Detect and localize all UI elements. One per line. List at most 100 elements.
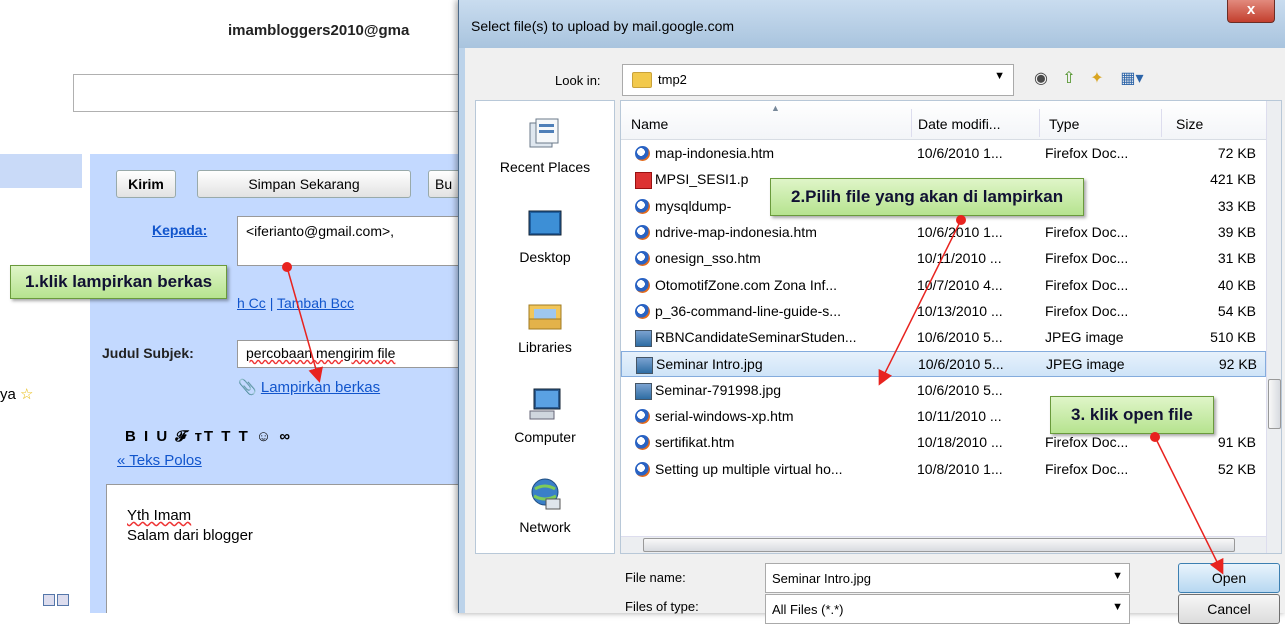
file-list-header: Name ▲ Date modifi... Type Size bbox=[621, 101, 1266, 140]
pdf-file-icon bbox=[635, 172, 652, 190]
place-computer[interactable]: Computer bbox=[476, 385, 614, 445]
file-type-cell: Firefox Doc... bbox=[1045, 434, 1129, 451]
file-name-cell: Setting up multiple virtual ho... bbox=[655, 460, 843, 477]
collapse-icon[interactable] bbox=[57, 594, 69, 606]
file-type-cell: Firefox Doc... bbox=[1045, 223, 1129, 240]
file-name-input[interactable]: Seminar Intro.jpg ▼ bbox=[765, 563, 1130, 593]
search-input[interactable] bbox=[73, 74, 470, 112]
column-date[interactable]: Date modifi... bbox=[918, 116, 1000, 132]
recent-places-icon bbox=[529, 118, 559, 148]
file-upload-dialog: Select file(s) to upload by mail.google.… bbox=[458, 0, 1285, 624]
file-size-cell: 92 KB bbox=[1218, 356, 1257, 373]
dialog-titlebar[interactable]: Select file(s) to upload by mail.google.… bbox=[459, 0, 1285, 48]
subject-field[interactable]: percobaan mengirim file bbox=[237, 340, 467, 368]
file-type-cell: Firefox Doc... bbox=[1045, 145, 1129, 161]
column-name[interactable]: Name bbox=[631, 116, 668, 132]
message-body[interactable]: Yth Imam Salam dari blogger bbox=[106, 484, 470, 613]
to-label-link[interactable]: Kepada: bbox=[152, 222, 207, 238]
file-name-cell: p_36-command-line-guide-s... bbox=[655, 302, 841, 319]
file-size-cell: 52 KB bbox=[1217, 460, 1256, 477]
add-bcc-link[interactable]: Tambah Bcc bbox=[277, 295, 354, 311]
save-now-button[interactable]: Simpan Sekarang bbox=[197, 170, 411, 198]
files-of-type-select[interactable]: All Files (*.*) ▼ bbox=[765, 594, 1130, 624]
file-row[interactable]: onesign_sso.htm 10/11/2010 ... Firefox Doc… bbox=[621, 246, 1266, 272]
file-date-cell: 10/6/2010 5... bbox=[917, 381, 1003, 398]
file-size-cell: 33 KB bbox=[1217, 197, 1256, 214]
file-row[interactable]: p_36-command-line-guide-s... 10/13/2010 .… bbox=[621, 299, 1266, 325]
place-libraries[interactable]: Libraries bbox=[476, 295, 614, 355]
back-icon[interactable]: ◉ bbox=[1030, 68, 1052, 90]
chevron-down-icon: ▼ bbox=[1112, 601, 1123, 613]
star-icon[interactable]: ☆ bbox=[20, 386, 33, 403]
file-row[interactable]: Setting up multiple virtual ho... 10/8/20… bbox=[621, 457, 1266, 483]
file-name-cell: onesign_sso.htm bbox=[655, 250, 761, 267]
folder-icon bbox=[632, 72, 652, 88]
callout-step-2: 2.Pilih file yang akan di lampirkan bbox=[770, 178, 1085, 216]
attach-file-label: Lampirkan berkas bbox=[260, 379, 381, 396]
column-type[interactable]: Type bbox=[1049, 116, 1079, 132]
file-name-value: Seminar Intro.jpg bbox=[772, 571, 871, 586]
file-name-cell: RBNCandidateSeminarStuden... bbox=[655, 329, 857, 346]
file-row[interactable]: ndrive-map-indonesia.htm 10/6/2010 1... Fi… bbox=[621, 220, 1266, 246]
file-row[interactable]: RBNCandidateSeminarStuden... 10/6/2010 5.… bbox=[621, 325, 1266, 351]
place-label: Desktop bbox=[519, 249, 571, 265]
file-row[interactable]: OtomotifZone.com Zona Inf... 10/7/2010 4.… bbox=[621, 273, 1266, 299]
place-desktop[interactable]: Desktop bbox=[476, 205, 614, 265]
cancel-button[interactable]: Cancel bbox=[1178, 594, 1280, 624]
inbox-nav-highlight[interactable] bbox=[0, 154, 82, 188]
new-folder-icon[interactable]: ✦ bbox=[1086, 68, 1108, 90]
file-name-cell: sertifikat.htm bbox=[655, 434, 735, 451]
file-row[interactable]: Seminar Intro.jpg 10/6/2010 5... JPEG imag… bbox=[621, 351, 1266, 378]
up-folder-icon[interactable]: ⇧ bbox=[1058, 68, 1080, 90]
file-size-cell: 421 KB bbox=[1210, 171, 1256, 188]
file-name-cell: serial-windows-xp.htm bbox=[655, 408, 794, 424]
dialog-client-area: Look in: tmp2 ▼ ◉ ⇧ ✦ ▦▾ Recent Places D… bbox=[465, 48, 1285, 624]
file-date-cell: 10/7/2010 4... bbox=[917, 276, 1003, 293]
horizontal-scroll-thumb[interactable] bbox=[643, 538, 1235, 552]
look-in-label: Look in: bbox=[555, 73, 601, 88]
attach-file-link[interactable]: 📎 Lampirkan berkas bbox=[238, 378, 380, 396]
file-name-cell: Seminar Intro.jpg bbox=[656, 356, 763, 373]
expand-icon[interactable] bbox=[43, 594, 55, 606]
file-name-cell: Seminar-791998.jpg bbox=[655, 381, 782, 398]
firefox-document-icon bbox=[635, 224, 650, 240]
paperclip-icon: 📎 bbox=[238, 379, 257, 396]
sort-arrow-icon: ▲ bbox=[771, 103, 780, 113]
view-menu-icon[interactable]: ▦▾ bbox=[1115, 68, 1149, 90]
file-type-cell: JPEG image bbox=[1046, 356, 1125, 373]
file-list[interactable]: Name ▲ Date modifi... Type Size map-indo… bbox=[620, 100, 1282, 554]
file-row[interactable]: sertifikat.htm 10/18/2010 ... Firefox Doc.… bbox=[621, 430, 1266, 456]
vertical-scroll-thumb[interactable] bbox=[1268, 379, 1281, 429]
place-label: Recent Places bbox=[499, 159, 591, 175]
open-button[interactable]: Open bbox=[1178, 563, 1280, 593]
file-name-cell: map-indonesia.htm bbox=[655, 145, 775, 161]
file-type-cell: Firefox Doc... bbox=[1045, 276, 1129, 293]
firefox-document-icon bbox=[635, 409, 650, 424]
close-button[interactable]: x bbox=[1227, 0, 1275, 23]
vertical-scrollbar[interactable] bbox=[1266, 101, 1281, 553]
add-cc-link[interactable]: h Cc bbox=[237, 295, 266, 311]
cc-bcc-separator: | bbox=[269, 295, 274, 311]
subject-label: Judul Subjek: bbox=[102, 345, 194, 361]
place-recent-places[interactable]: Recent Places bbox=[476, 115, 614, 175]
image-file-icon bbox=[635, 330, 652, 348]
chevron-down-icon: ▼ bbox=[994, 70, 1005, 82]
dialog-title: Select file(s) to upload by mail.google.… bbox=[471, 18, 735, 34]
file-date-cell: 10/18/2010 ... bbox=[917, 434, 1003, 451]
file-row[interactable]: map-indonesia.htm 10/6/2010 1... Firefox D… bbox=[621, 141, 1266, 167]
files-of-type-label: Files of type: bbox=[625, 599, 699, 614]
formatting-toolbar[interactable]: B I U 𝓕 тT T T ☺ ∞ bbox=[125, 428, 292, 445]
to-field[interactable]: <iferianto@gmail.com>, bbox=[237, 216, 467, 266]
file-date-cell: 10/6/2010 5... bbox=[918, 356, 1004, 373]
file-date-cell: 10/6/2010 5... bbox=[917, 329, 1003, 346]
place-network[interactable]: Network bbox=[476, 475, 614, 535]
file-size-cell: 91 KB bbox=[1217, 434, 1256, 451]
firefox-document-icon bbox=[635, 277, 650, 293]
look-in-combo[interactable]: tmp2 ▼ bbox=[622, 64, 1014, 96]
plain-text-link[interactable]: « Teks Polos bbox=[117, 452, 202, 469]
column-size[interactable]: Size bbox=[1176, 116, 1203, 132]
left-panel-label: ya bbox=[0, 386, 16, 403]
file-name-label: File name: bbox=[625, 570, 686, 585]
send-button[interactable]: Kirim bbox=[116, 170, 176, 198]
libraries-icon bbox=[528, 304, 562, 330]
